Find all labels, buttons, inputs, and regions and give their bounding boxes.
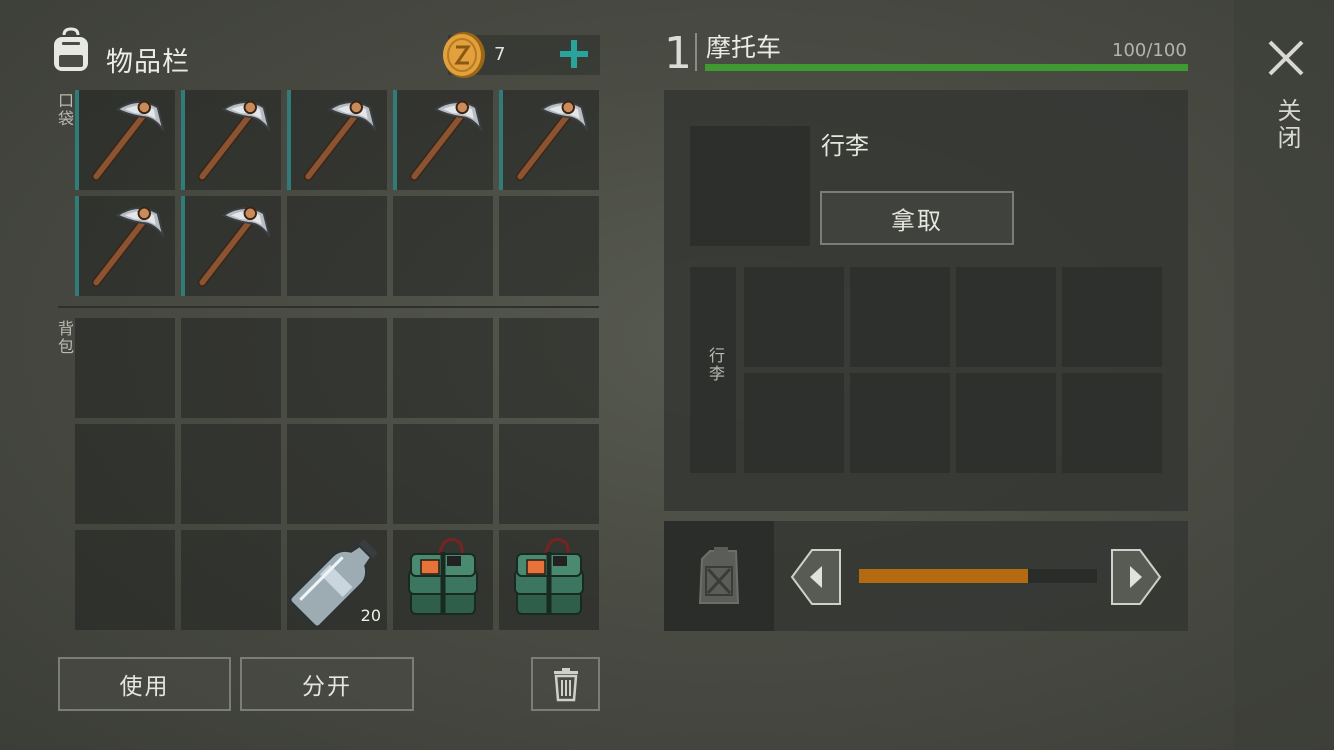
pocket-slot[interactable]: [287, 90, 387, 190]
discard-button[interactable]: [531, 657, 600, 711]
trunk-title: 行李: [821, 132, 869, 160]
jerrycan-icon: [692, 545, 746, 607]
backpack-slot[interactable]: [499, 530, 599, 630]
header-separator: [695, 33, 697, 71]
backpack-slot[interactable]: [287, 424, 387, 524]
trunk-slot[interactable]: [956, 373, 1056, 473]
pocket-slot[interactable]: [499, 90, 599, 190]
backpack-slot[interactable]: [181, 530, 281, 630]
close-label[interactable]: 关闭: [1270, 98, 1305, 152]
split-button[interactable]: 分开: [240, 657, 414, 711]
item-quantity: 20: [360, 606, 381, 625]
trunk-slot[interactable]: [1062, 267, 1162, 367]
backpack-slot[interactable]: [393, 424, 493, 524]
backpack-slot[interactable]: [499, 318, 599, 418]
trunk-slot[interactable]: [850, 373, 950, 473]
coin-icon: [440, 30, 488, 80]
pocket-slot[interactable]: [75, 90, 175, 190]
backpack-slot[interactable]: [393, 318, 493, 418]
backpack-slot[interactable]: 20: [287, 530, 387, 630]
trunk-tab-label: 行李: [706, 347, 725, 383]
coin-count: 7: [494, 44, 506, 65]
trunk-slot[interactable]: [744, 373, 844, 473]
backpack-section-label: 背包: [55, 320, 74, 356]
take-button[interactable]: 拿取: [820, 191, 1014, 245]
vehicle-number: 1: [664, 28, 692, 79]
durability-fill: [705, 64, 1188, 71]
backpack-slot[interactable]: [287, 318, 387, 418]
trunk-preview: [690, 126, 810, 246]
trunk-slot[interactable]: [956, 267, 1056, 367]
fuel-fill: [859, 569, 1028, 583]
fuel-decrease-arrow-icon[interactable]: [790, 548, 842, 606]
pocket-slot[interactable]: [181, 90, 281, 190]
vehicle-durability-text: 100/100: [1112, 40, 1187, 61]
backpack-icon: [46, 26, 96, 76]
vehicle-durability-bar: [705, 64, 1188, 71]
backpack-slot[interactable]: [499, 424, 599, 524]
pocket-section-label: 口袋: [55, 92, 74, 128]
backpack-slot[interactable]: [75, 424, 175, 524]
trunk-slot[interactable]: [1062, 373, 1162, 473]
section-divider: [58, 306, 599, 308]
pocket-slot[interactable]: [287, 196, 387, 296]
backpack-slot[interactable]: [181, 424, 281, 524]
backpack-slot[interactable]: [393, 530, 493, 630]
inventory-title: 物品栏: [106, 47, 190, 78]
use-button[interactable]: 使用: [58, 657, 231, 711]
fuel-bar: [859, 569, 1097, 583]
trunk-slot[interactable]: [744, 267, 844, 367]
trash-icon: [553, 668, 578, 702]
pocket-slot[interactable]: [499, 196, 599, 296]
pocket-slot[interactable]: [181, 196, 281, 296]
pocket-slot[interactable]: [393, 196, 493, 296]
backpack-slot[interactable]: [75, 318, 175, 418]
add-coins-plus-icon[interactable]: [556, 36, 592, 72]
fuel-increase-arrow-icon[interactable]: [1110, 548, 1162, 606]
close-icon[interactable]: [1266, 38, 1306, 78]
trunk-slot[interactable]: [850, 267, 950, 367]
pocket-slot[interactable]: [393, 90, 493, 190]
backpack-slot[interactable]: [75, 530, 175, 630]
backpack-slot[interactable]: [181, 318, 281, 418]
pocket-slot[interactable]: [75, 196, 175, 296]
vehicle-name: 摩托车: [706, 33, 782, 62]
